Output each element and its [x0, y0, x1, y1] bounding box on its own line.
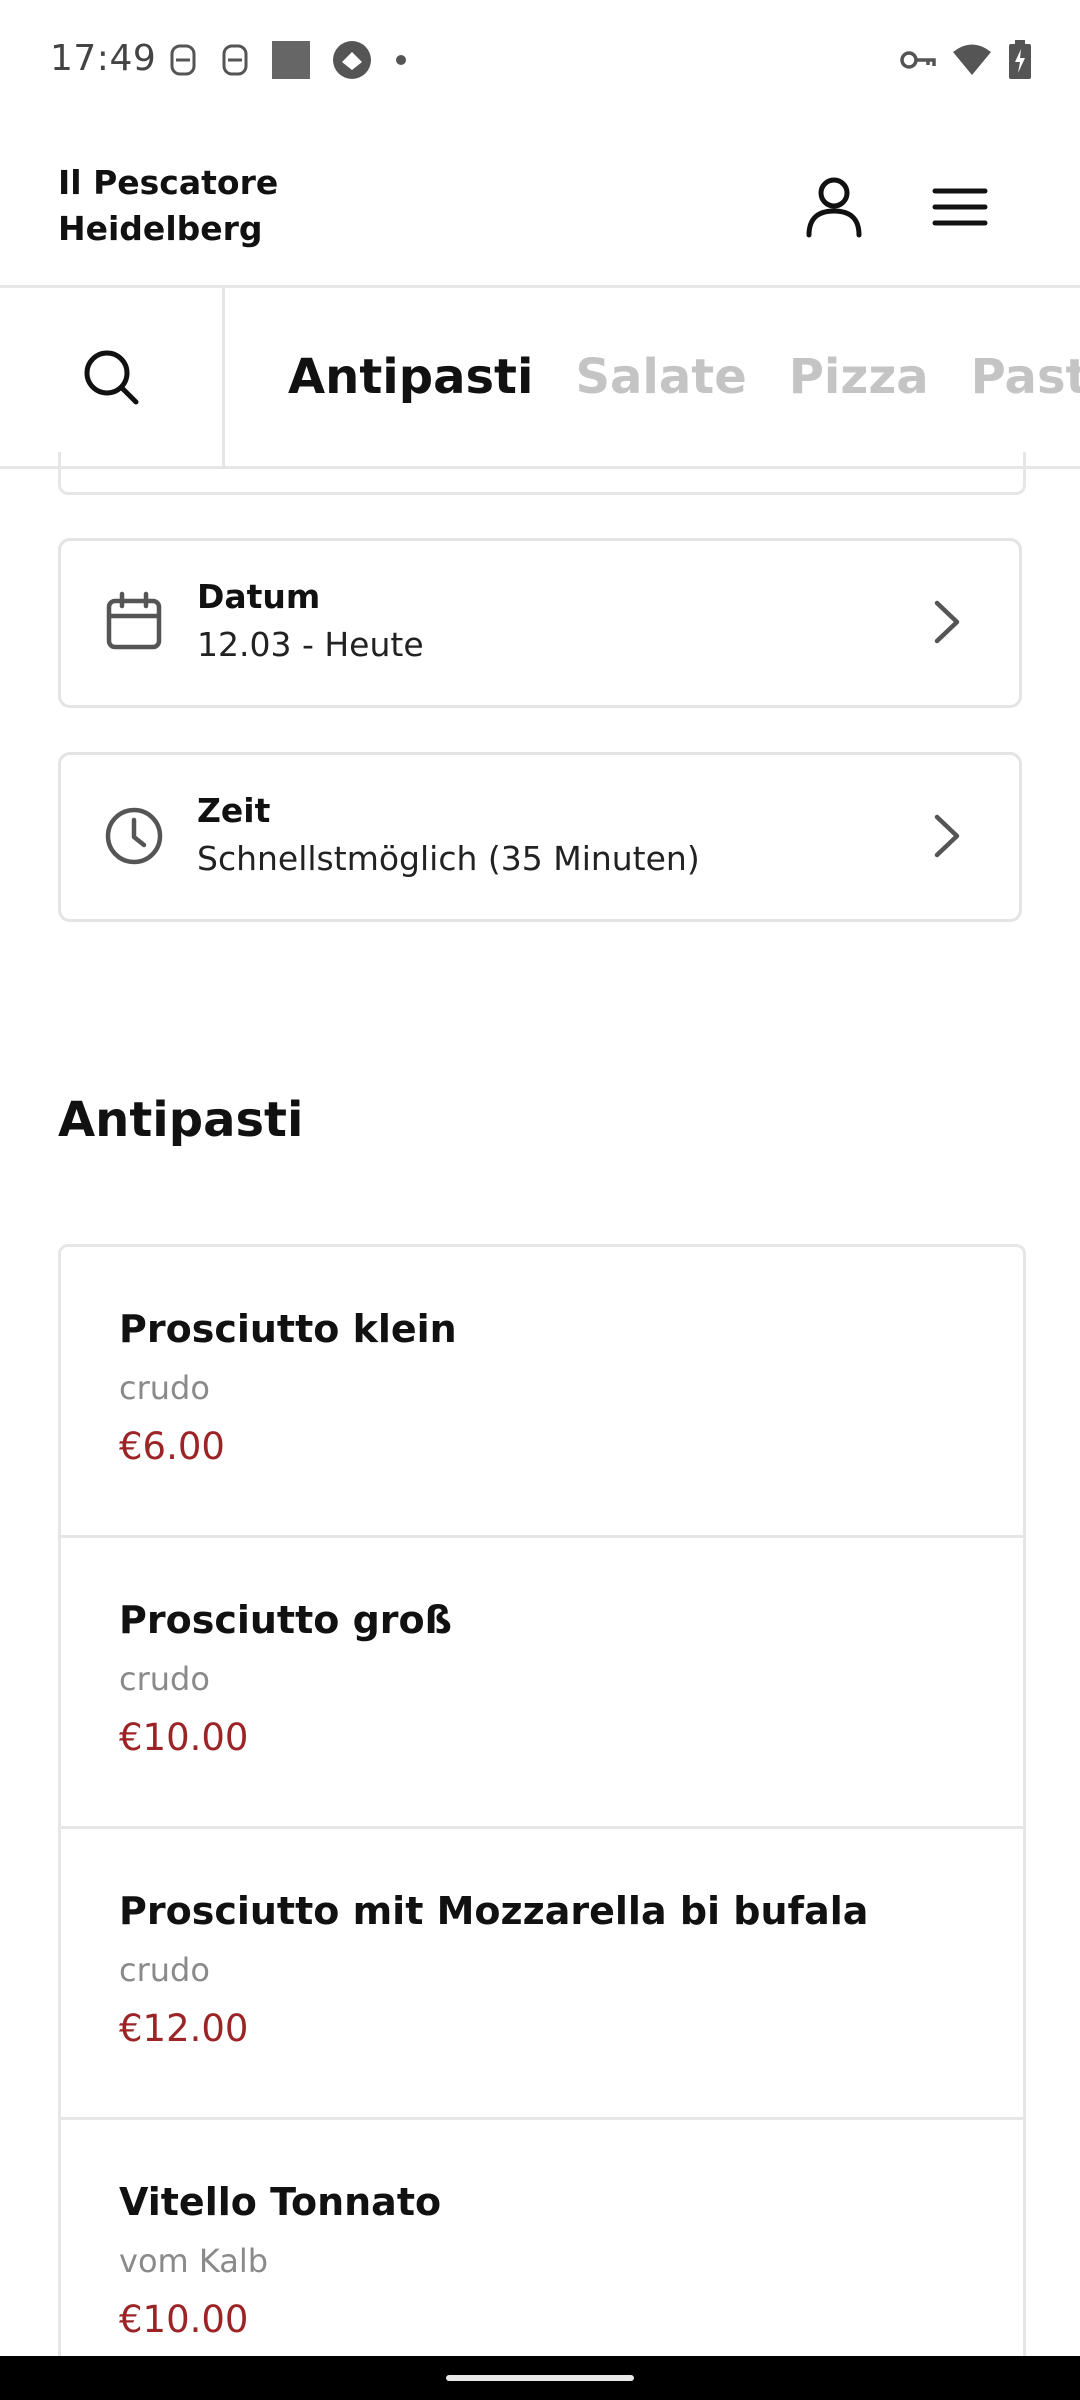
item-price: €10.00	[119, 2298, 249, 2341]
item-description: crudo	[119, 1660, 210, 1698]
calendar-icon	[106, 591, 162, 650]
image-placeholder-icon	[272, 41, 310, 79]
time-selector[interactable]: Zeit Schnellstmöglich (35 Minuten)	[58, 752, 1022, 922]
menu-item[interactable]: Prosciutto groß crudo €10.00	[61, 1538, 1023, 1829]
menu-item-list: Prosciutto klein crudo €6.00 Prosciutto …	[58, 1244, 1026, 2400]
status-time: 17:49	[50, 38, 157, 79]
status-icons-right	[900, 40, 1032, 80]
search-button[interactable]	[0, 288, 225, 466]
partial-option-card	[58, 452, 1026, 495]
item-description: crudo	[119, 1951, 210, 1989]
hamburger-menu-icon	[932, 188, 988, 226]
time-value: Schnellstmöglich (35 Minuten)	[197, 839, 700, 878]
wifi-icon	[953, 44, 991, 75]
date-selector[interactable]: Datum 12.03 - Heute	[58, 538, 1022, 708]
menu-item[interactable]: Prosciutto mit Mozzarella bi bufala crud…	[61, 1829, 1023, 2120]
menu-button[interactable]	[920, 167, 1000, 247]
date-value: 12.03 - Heute	[197, 625, 424, 664]
tab-antipasti[interactable]: Antipasti	[288, 349, 533, 405]
tab-pizza[interactable]: Pizza	[789, 349, 929, 405]
date-label: Datum	[197, 577, 321, 616]
app-header: Il Pescatore Heidelberg	[0, 125, 1080, 288]
search-icon	[84, 350, 139, 405]
item-name: Vitello Tonnato	[119, 2180, 442, 2224]
battery-charging-icon	[1009, 40, 1031, 79]
notification-icon	[170, 44, 196, 76]
time-label: Zeit	[197, 791, 271, 830]
notification-icon	[222, 44, 248, 76]
person-icon	[806, 177, 862, 238]
status-icons-left	[168, 40, 408, 80]
item-price: €10.00	[119, 1716, 249, 1759]
item-description: crudo	[119, 1369, 210, 1407]
app-icon	[333, 41, 371, 79]
item-name: Prosciutto klein	[119, 1307, 457, 1351]
home-gesture-handle[interactable]	[446, 2375, 634, 2381]
system-navigation-bar	[0, 2356, 1080, 2400]
vpn-key-icon	[900, 51, 936, 69]
menu-item[interactable]: Prosciutto klein crudo €6.00	[61, 1247, 1023, 1538]
item-price: €6.00	[119, 1425, 225, 1468]
item-price: €12.00	[119, 2007, 249, 2050]
account-button[interactable]	[794, 167, 874, 247]
status-bar: 17:49	[0, 0, 1080, 125]
tab-salate[interactable]: Salate	[575, 349, 746, 405]
clock-icon	[105, 807, 163, 865]
app-screen: 17:49 Il Pescatore Heidelberg Antipasti …	[0, 0, 1080, 2400]
restaurant-name[interactable]: Il Pescatore Heidelberg	[58, 160, 278, 252]
item-name: Prosciutto mit Mozzarella bi bufala	[119, 1889, 869, 1933]
dot-icon	[396, 55, 406, 65]
chevron-right-icon	[934, 814, 960, 858]
tab-pasta[interactable]: Pasta	[971, 349, 1080, 405]
category-tab-bar: Antipasti Salate Pizza Pasta	[0, 288, 1080, 469]
chevron-right-icon	[934, 600, 960, 644]
section-title: Antipasti	[58, 1092, 304, 1148]
item-description: vom Kalb	[119, 2242, 269, 2280]
item-name: Prosciutto groß	[119, 1598, 452, 1642]
category-tabs: Antipasti Salate Pizza Pasta	[288, 288, 1080, 466]
